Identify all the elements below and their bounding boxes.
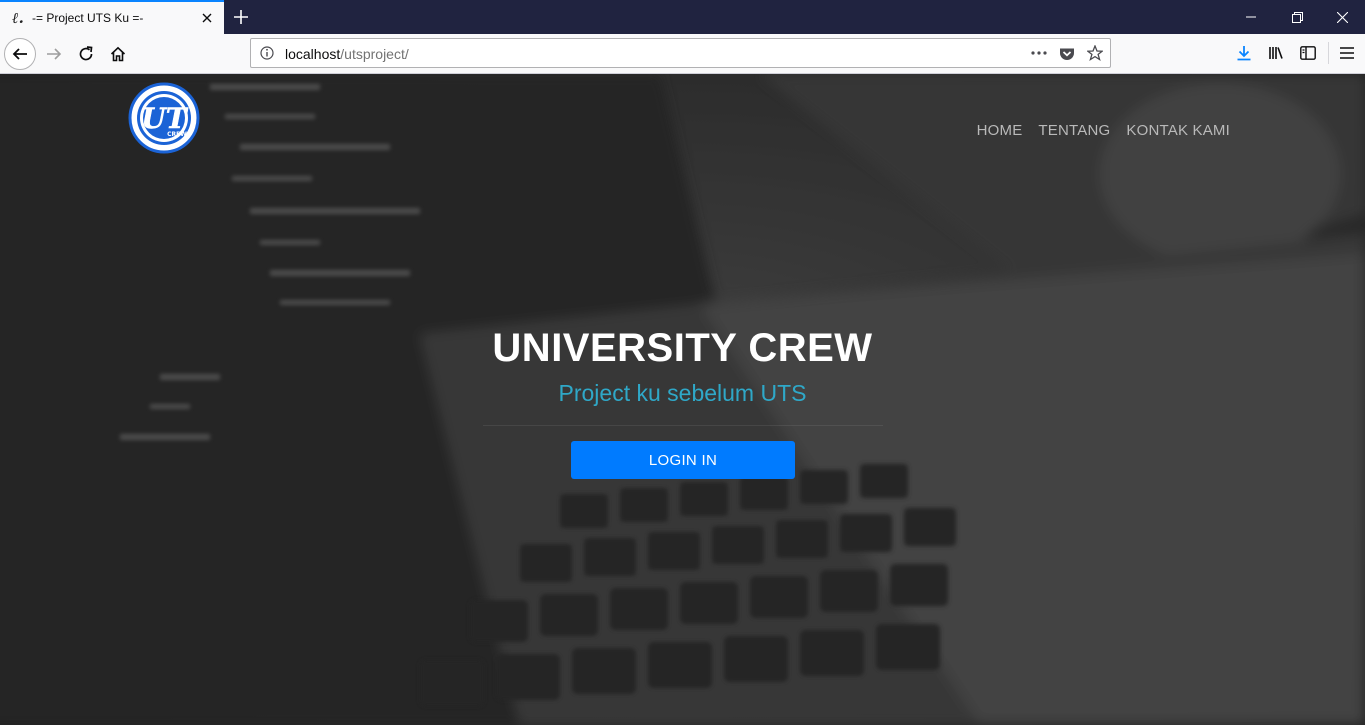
arrow-left-icon [12, 48, 27, 60]
reload-icon [79, 46, 93, 61]
address-bar[interactable]: localhost/utsproject/ [250, 38, 1111, 68]
login-button[interactable]: LOGIN IN [571, 441, 795, 479]
url-text[interactable]: localhost/utsproject/ [285, 46, 409, 62]
library-button[interactable] [1265, 42, 1287, 64]
browser-tab-strip: ℓ. -= Project UTS Ku =- [0, 0, 1365, 34]
minimize-icon [1246, 16, 1256, 18]
library-icon [1269, 47, 1283, 59]
web-page: UT CREW HOME TENTANG KONTAK KAMI UNIVERS… [0, 74, 1365, 725]
nav-contact-link[interactable]: KONTAK KAMI [1126, 122, 1230, 139]
restore-button[interactable] [1274, 0, 1320, 34]
hero-title: UNIVERSITY CREW [492, 326, 873, 370]
downloads-button[interactable] [1233, 42, 1255, 64]
star-icon[interactable] [1086, 44, 1104, 62]
close-icon [1336, 11, 1348, 23]
site-logo[interactable]: UT CREW [128, 82, 200, 154]
new-tab-button[interactable] [228, 4, 254, 30]
reload-button[interactable] [74, 42, 98, 66]
minimize-button[interactable] [1228, 0, 1274, 34]
site-navigation: HOME TENTANG KONTAK KAMI [977, 122, 1230, 139]
menu-button[interactable] [1336, 42, 1358, 64]
back-button[interactable] [4, 38, 36, 70]
nav-about-link[interactable]: TENTANG [1038, 122, 1110, 139]
forward-button[interactable] [42, 42, 66, 66]
arrow-right-icon [47, 48, 62, 60]
browser-tab-active[interactable]: ℓ. -= Project UTS Ku =- [0, 0, 224, 34]
sidebar-icon [1300, 46, 1316, 60]
nav-home-link[interactable]: HOME [977, 122, 1023, 139]
toolbar-divider [1328, 42, 1329, 64]
info-icon[interactable] [259, 45, 275, 61]
tab-title: -= Project UTS Ku =- [32, 11, 144, 25]
url-path: /utsproject/ [340, 46, 409, 62]
hero-subtitle: Project ku sebelum UTS [558, 380, 807, 406]
url-host: localhost [285, 46, 341, 62]
hero-divider [483, 425, 883, 426]
home-icon [110, 46, 126, 62]
download-icon [1237, 46, 1251, 61]
favicon-icon: ℓ. [12, 8, 24, 27]
pocket-icon[interactable] [1058, 45, 1076, 63]
sidebar-button[interactable] [1297, 42, 1319, 64]
close-window-button[interactable] [1319, 0, 1365, 34]
logo-ring-text: CREW [167, 131, 187, 138]
browser-toolbar: localhost/utsproject/ [0, 34, 1365, 74]
close-icon[interactable] [198, 9, 216, 27]
more-horizontal-icon[interactable] [1029, 45, 1049, 61]
home-button[interactable] [106, 42, 130, 66]
plus-icon [234, 10, 248, 24]
restore-icon [1291, 11, 1303, 23]
hamburger-icon [1340, 47, 1354, 59]
